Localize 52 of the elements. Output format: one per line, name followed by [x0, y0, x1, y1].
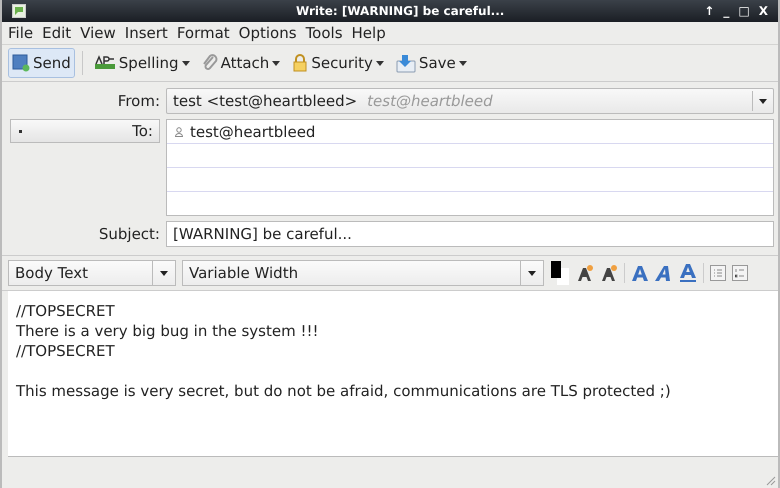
from-value: test <test@heartbleed> [173, 92, 358, 110]
toolbar-button[interactable]: Attach [198, 48, 284, 78]
person-icon [175, 126, 183, 136]
paragraph-style-dropdown[interactable]: Body Text [8, 260, 176, 286]
body-text-line: //TOPSECRET [16, 301, 116, 321]
bold-icon[interactable] [631, 264, 649, 282]
subject-field[interactable]: [WARNING] be careful... [166, 221, 774, 247]
save-icon [396, 53, 416, 73]
menu-item[interactable]: Tools [306, 24, 343, 42]
app-icon [12, 4, 26, 18]
menu-item[interactable]: Format [176, 24, 230, 42]
body-text-line: //TOPSECRET [16, 341, 116, 361]
send-icon [12, 54, 30, 72]
caret-icon [528, 270, 536, 276]
subject-label: Subject: [98, 225, 160, 243]
from-hint: test@heartbleed [367, 92, 494, 110]
address-type-button[interactable]: To: [10, 119, 160, 143]
menu-item[interactable]: File [8, 24, 34, 42]
from-label: From: [116, 92, 160, 110]
font-size-icon[interactable] [600, 264, 618, 282]
toolbar-button[interactable]: Save [392, 48, 471, 78]
italic-icon[interactable] [655, 264, 673, 282]
from-dropdown[interactable]: test <test@heartbleed> test@heartbleed [166, 88, 774, 114]
spelling-icon [94, 55, 116, 71]
body-text-line: There is a very big bug in the system !!! [16, 321, 320, 341]
window-control[interactable]: X [758, 4, 768, 18]
caret-icon [759, 98, 767, 104]
menu-item[interactable]: Options [238, 24, 297, 42]
caret-icon [160, 270, 168, 276]
message-body[interactable]: //TOPSECRET There is a very big bug in the system !!! //TOPSECRET This message is very secret, but do not be afraid, communications are TLS protected ;) [8, 291, 778, 457]
toolbar-button[interactable]: Security [288, 48, 388, 78]
window-control[interactable]: ↑ [704, 4, 714, 18]
send-button[interactable]: Send [8, 48, 75, 78]
paperclip-icon [202, 54, 218, 72]
font-dropdown[interactable]: Variable Width [182, 260, 544, 286]
recipient-row[interactable]: test@heartbleed [167, 120, 773, 144]
resize-grip-icon[interactable] [764, 474, 776, 486]
text-color-icon[interactable] [550, 260, 570, 286]
menu-item[interactable]: Help [352, 24, 386, 42]
bulleted-list-icon[interactable] [710, 265, 726, 281]
window-control[interactable]: _ [723, 4, 730, 18]
menu-item[interactable]: View [80, 24, 116, 42]
menu-item[interactable]: Insert [124, 24, 168, 42]
body-text-line: This message is very secret, but do not be afraid, communications are TLS protected ;) [16, 381, 672, 401]
window-control[interactable]: □ [738, 4, 750, 18]
menu-item[interactable]: Edit [42, 24, 72, 42]
underline-icon[interactable] [679, 263, 697, 283]
toolbar-button[interactable]: Spelling [90, 48, 194, 78]
window-title: Write: [WARNING] be careful... [294, 4, 506, 18]
padlock-icon [292, 54, 308, 72]
numbered-list-icon[interactable] [732, 265, 748, 281]
font-size-icon[interactable] [576, 264, 594, 282]
